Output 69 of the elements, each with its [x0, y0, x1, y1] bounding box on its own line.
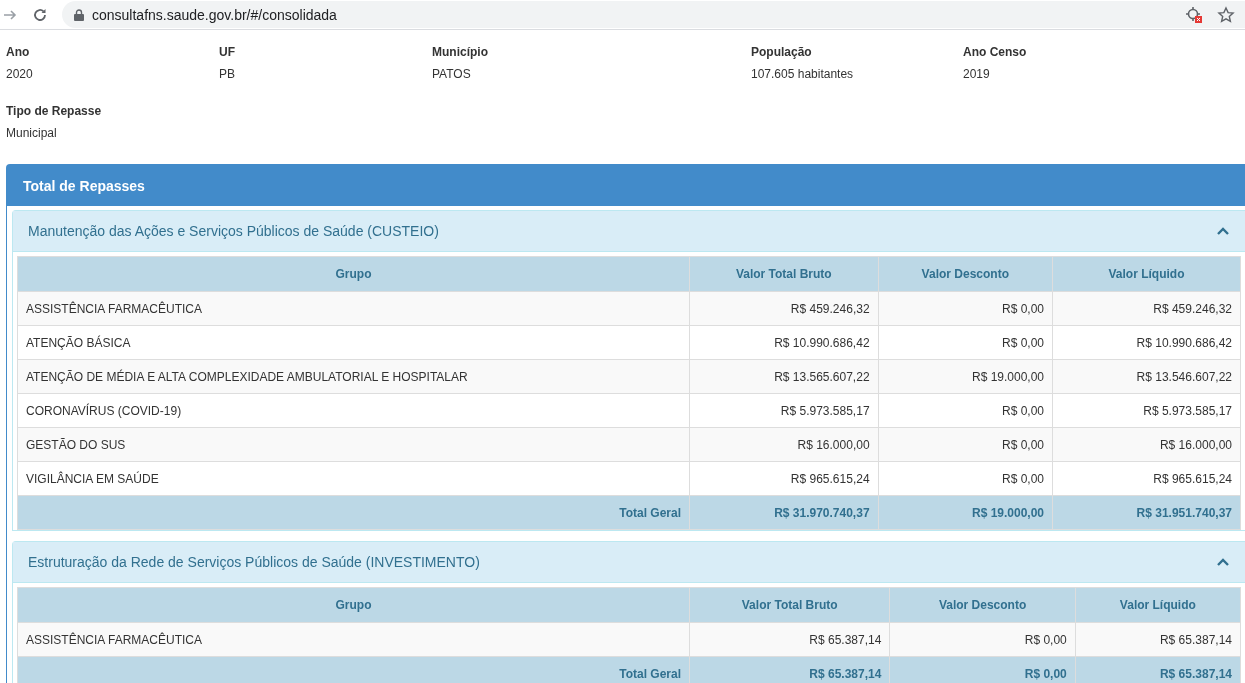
table-cell: ASSISTÊNCIA FARMACÊUTICA [17, 291, 690, 326]
table-cell: GESTÃO DO SUS [17, 427, 690, 462]
table-cell: R$ 459.246,32 [1052, 291, 1241, 326]
url-text: consultafns.saude.gov.br/#/consolidada [92, 6, 337, 23]
table-cell: R$ 0,00 [878, 291, 1053, 326]
table-cell: R$ 0,00 [889, 622, 1076, 657]
table-cell: R$ 459.246,32 [689, 291, 879, 326]
table-cell: R$ 65.387,14 [1075, 622, 1241, 657]
table-cell: R$ 965.615,24 [689, 461, 879, 496]
total-cell: R$ 19.000,00 [878, 495, 1053, 530]
section-title: Estruturação da Rede de Serviços Públicos de Saúde (INVESTIMENTO) [28, 554, 481, 570]
column-header: Valor Líquido [1052, 256, 1241, 292]
table-cell: R$ 0,00 [878, 461, 1053, 496]
table-cell: R$ 5.973.585,17 [689, 393, 879, 428]
star-icon[interactable] [1217, 5, 1235, 24]
chevron-up-icon[interactable] [1217, 558, 1229, 566]
table-cell: ATENÇÃO DE MÉDIA E ALTA COMPLEXIDADE AMBULATORIAL E HOSPITALAR [17, 359, 690, 394]
total-cell: R$ 31.970.740,37 [689, 495, 879, 530]
table-cell: R$ 16.000,00 [689, 427, 879, 462]
column-header: Valor Líquido [1075, 587, 1241, 623]
column-header: Grupo [17, 587, 690, 623]
field-value: PB [219, 67, 236, 82]
table-cell: R$ 13.565.607,22 [689, 359, 879, 394]
table-cell: CORONAVÍRUS (COVID-19) [17, 393, 690, 428]
table-cell: R$ 0,00 [878, 325, 1053, 360]
table-cell: R$ 16.000,00 [1052, 427, 1241, 462]
total-cell: R$ 65.387,14 [689, 656, 890, 683]
reload-icon[interactable] [32, 6, 48, 23]
field-value: PATOS [432, 67, 472, 82]
field-value: 2020 [6, 67, 34, 82]
field-label: Município [432, 45, 489, 60]
table-cell: R$ 0,00 [878, 393, 1053, 428]
column-header: Valor Desconto [889, 587, 1076, 623]
table-cell: R$ 965.615,24 [1052, 461, 1241, 496]
column-header: Grupo [17, 256, 690, 292]
column-header: Valor Desconto [878, 256, 1053, 292]
field-label: Ano Censo [963, 45, 1028, 60]
table-cell: R$ 10.990.686,42 [689, 325, 879, 360]
table-cell: R$ 65.387,14 [689, 622, 890, 657]
total-cell: R$ 65.387,14 [1075, 656, 1241, 683]
field-label: Ano [6, 45, 31, 60]
table-cell: VIGILÂNCIA EM SAÚDE [17, 461, 690, 496]
lock-icon [74, 8, 84, 21]
field-value: Municipal [6, 126, 58, 141]
blocked-location-icon[interactable] [1185, 5, 1203, 24]
total-cell: R$ 31.951.740,37 [1052, 495, 1241, 530]
section-header[interactable]: Estruturação da Rede de Serviços Públicos de Saúde (INVESTIMENTO) [13, 542, 1245, 583]
table-cell: R$ 10.990.686,42 [1052, 325, 1241, 360]
table-cell: R$ 0,00 [878, 427, 1053, 462]
table-cell: R$ 19.000,00 [878, 359, 1053, 394]
field-label: População [751, 45, 813, 60]
address-bar[interactable]: consultafns.saude.gov.br/#/consolidada [62, 1, 1245, 28]
field-value: 107.605 habitantes [751, 67, 855, 82]
table-cell: R$ 13.546.607,22 [1052, 359, 1241, 394]
panel-header: Total de Repasses [7, 165, 1245, 206]
column-header: Valor Total Bruto [689, 587, 890, 623]
field-value: 2019 [963, 67, 991, 82]
section-header[interactable]: Manutenção das Ações e Serviços Públicos de Saúde (CUSTEIO) [13, 211, 1245, 252]
table-cell: ATENÇÃO BÁSICA [17, 325, 690, 360]
field-label: UF [219, 45, 236, 60]
column-header: Valor Total Bruto [689, 256, 879, 292]
total-label: Total Geral [17, 495, 690, 530]
table-cell: ASSISTÊNCIA FARMACÊUTICA [17, 622, 690, 657]
section-title: Manutenção das Ações e Serviços Públicos de Saúde (CUSTEIO) [28, 223, 440, 239]
table-cell: R$ 5.973.585,17 [1052, 393, 1241, 428]
field-label: Tipo de Repasse [6, 104, 103, 119]
total-cell: R$ 0,00 [889, 656, 1076, 683]
total-label: Total Geral [17, 656, 690, 683]
chevron-up-icon[interactable] [1217, 227, 1229, 235]
